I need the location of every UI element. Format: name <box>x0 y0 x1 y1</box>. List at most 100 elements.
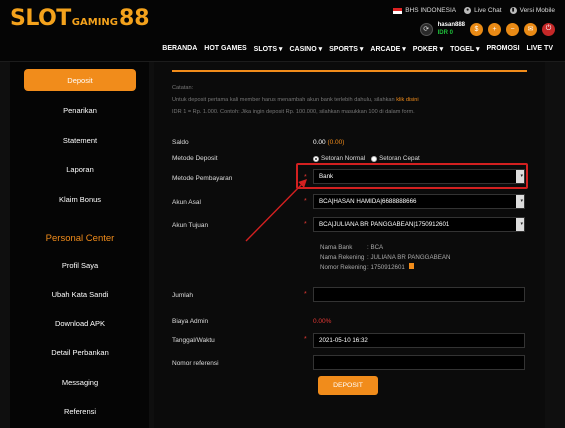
nav-togel[interactable]: TOGEL ▾ <box>450 45 479 53</box>
radio-setoran-normal[interactable]: Setoran Normal <box>313 155 365 162</box>
deposit-form-panel: Catatan: Untuk deposit pertama kali memb… <box>154 62 545 428</box>
live-chat-label: Live Chat <box>474 7 502 14</box>
saldo-value: 0.00 <box>313 139 326 146</box>
language-label: BHS INDONESIA <box>405 7 457 14</box>
akun-tujuan-select[interactable]: BCA|JULIANA BR PANGGABEAN|1750912601 ▾ <box>313 217 525 232</box>
radio-selected-icon <box>313 155 319 162</box>
required-marker: * <box>304 291 307 298</box>
setoran-cepat-label: Setoran Cepat <box>379 155 420 162</box>
nav-arcade[interactable]: ARCADE ▾ <box>370 45 405 53</box>
sidebar-item-detail-perbankan[interactable]: Detail Perbankan <box>24 341 136 363</box>
sidebar-item-penarikan[interactable]: Penarikan <box>24 99 136 121</box>
nav-sports[interactable]: SPORTS ▾ <box>329 45 363 53</box>
account-name-row: Nama Rekening : JULIANA BR PANGGABEAN <box>320 253 450 263</box>
akun-tujuan-label: Akun Tujuan <box>172 222 209 229</box>
jumlah-label: Jumlah <box>172 292 193 299</box>
language-selector[interactable]: BHS INDONESIA <box>393 7 456 14</box>
sidebar-item-messaging[interactable]: Messaging <box>24 371 136 393</box>
sidebar-item-statement[interactable]: Statement <box>24 129 136 151</box>
mobile-version-link[interactable]: ▮ Versi Mobile <box>509 7 555 14</box>
account-number-row: Nomor Rekening : 1750912601 <box>320 263 450 273</box>
user-balance: IDR 0 <box>437 30 453 36</box>
metode-deposit-label: Metode Deposit <box>172 155 218 162</box>
wallet-icon[interactable]: $ <box>470 22 483 36</box>
note-title: Catatan: <box>172 85 194 91</box>
setoran-normal-label: Setoran Normal <box>321 155 366 162</box>
account-name-value: : JULIANA BR PANGGABEAN <box>367 254 451 261</box>
sidebar-item-download-apk[interactable]: Download APK <box>24 312 136 334</box>
account-sidebar: Deposit Penarikan Statement Laporan Klai… <box>10 62 149 428</box>
bank-name-value: : BCA <box>367 244 384 251</box>
account-number-value: : 1750912601 <box>367 264 405 271</box>
nav-beranda[interactable]: BERANDA <box>162 45 197 53</box>
bank-name-row: Nama Bank : BCA <box>320 243 450 253</box>
radio-unselected-icon <box>371 155 378 162</box>
saldo-extra: (0.00) <box>327 139 345 146</box>
live-chat-link[interactable]: ● Live Chat <box>464 7 502 14</box>
payment-method-highlight-box <box>296 163 528 189</box>
akun-asal-label: Akun Asal <box>172 199 201 206</box>
sidebar-item-laporan[interactable]: Laporan <box>24 158 136 180</box>
note-line-2: IDR 1 = Rp. 1.000. Contoh: Jika ingin de… <box>172 109 415 115</box>
chevron-down-icon: ▾ <box>520 198 523 204</box>
panel-accent-line <box>172 70 527 72</box>
nomor-referensi-label: Nomor referensi <box>172 360 219 367</box>
saldo-label: Saldo <box>172 139 189 146</box>
biaya-admin-label: Biaya Admin <box>172 318 209 325</box>
nav-poker[interactable]: POKER ▾ <box>413 45 443 53</box>
nav-slots[interactable]: SLOTS ▾ <box>254 45 283 53</box>
sidebar-item-profil-saya[interactable]: Profil Saya <box>24 254 136 276</box>
required-marker: * <box>304 336 307 343</box>
destination-bank-info: Nama Bank : BCA Nama Rekening : JULIANA … <box>320 243 450 273</box>
metode-pembayaran-label: Metode Pembayaran <box>172 175 233 182</box>
mobile-icon: ▮ <box>509 7 517 14</box>
user-bar: ⟳ hasan888 IDR 0 $ + − ✉ ⏻ <box>419 21 555 37</box>
sidebar-item-referensi[interactable]: Referensi <box>24 400 136 422</box>
nav-casino[interactable]: CASINO ▾ <box>289 45 322 53</box>
logout-icon[interactable]: ⏻ <box>542 22 555 36</box>
main-nav: BERANDA HOT GAMES SLOTS ▾ CASINO ▾ SPORT… <box>162 45 553 53</box>
account-name-label: Nama Rekening <box>320 254 365 261</box>
deposit-icon[interactable]: + <box>488 22 501 36</box>
note-line-1: Untuk deposit pertama kali member harus … <box>172 97 419 103</box>
jumlah-input[interactable] <box>313 287 525 302</box>
user-info: hasan888 IDR 0 <box>438 21 465 37</box>
copy-icon[interactable] <box>408 263 414 269</box>
chat-icon: ● <box>464 7 472 14</box>
logo-gaming-text: GAMING <box>71 17 118 28</box>
add-bank-link[interactable]: klik disini <box>396 97 418 103</box>
nav-promosi[interactable]: PROMOSI <box>486 45 519 53</box>
logo-number-text: 88 <box>119 6 150 31</box>
note-line-1-text: Untuk deposit pertama kali member harus … <box>172 97 395 103</box>
refresh-icon[interactable]: ⟳ <box>419 22 433 36</box>
bank-name-label: Nama Bank <box>320 244 353 251</box>
sidebar-item-klaim-bonus[interactable]: Klaim Bonus <box>24 188 136 210</box>
site-logo[interactable]: SLOT GAMING 88 <box>10 6 150 36</box>
chevron-down-icon: ▾ <box>520 173 523 179</box>
tanggal-waktu-input[interactable]: 2021-05-10 16:32 <box>313 333 525 348</box>
tanggal-waktu-value: 2021-05-10 16:32 <box>319 337 368 344</box>
tanggal-waktu-label: Tanggal/Waktu <box>172 337 215 344</box>
deposit-submit-button[interactable]: DEPOSIT <box>318 376 378 395</box>
saldo-value-group: 0.00 (0.00) <box>313 139 344 146</box>
site-header: SLOT GAMING 88 BHS INDONESIA ● Live Chat… <box>0 0 565 62</box>
sidebar-item-ubah-kata-sandi[interactable]: Ubah Kata Sandi <box>24 283 136 305</box>
akun-asal-value: BCA|HASAN HAMIDA|6688888666 <box>319 198 417 205</box>
personal-center-heading: Personal Center <box>45 233 115 244</box>
nomor-referensi-input[interactable] <box>313 355 525 370</box>
akun-asal-select[interactable]: BCA|HASAN HAMIDA|6688888666 ▾ <box>313 194 525 209</box>
mail-icon[interactable]: ✉ <box>524 22 537 36</box>
account-number-label: Nomor Rekening <box>320 264 367 271</box>
radio-setoran-cepat[interactable]: Setoran Cepat <box>371 155 420 162</box>
nav-live-tv[interactable]: LIVE TV <box>527 45 553 53</box>
required-marker: * <box>304 198 307 205</box>
indonesia-flag-icon <box>393 7 403 14</box>
nav-hot-games[interactable]: HOT GAMES <box>204 45 246 53</box>
sidebar-item-deposit[interactable]: Deposit <box>24 69 136 91</box>
required-marker: * <box>304 221 307 228</box>
logo-slot-text: SLOT <box>10 6 71 31</box>
withdraw-icon[interactable]: − <box>506 22 519 36</box>
mobile-version-label: Versi Mobile <box>519 7 555 14</box>
top-utility-bar: BHS INDONESIA ● Live Chat ▮ Versi Mobile <box>393 7 555 14</box>
metode-deposit-radios: Setoran Normal Setoran Cepat <box>313 155 420 162</box>
